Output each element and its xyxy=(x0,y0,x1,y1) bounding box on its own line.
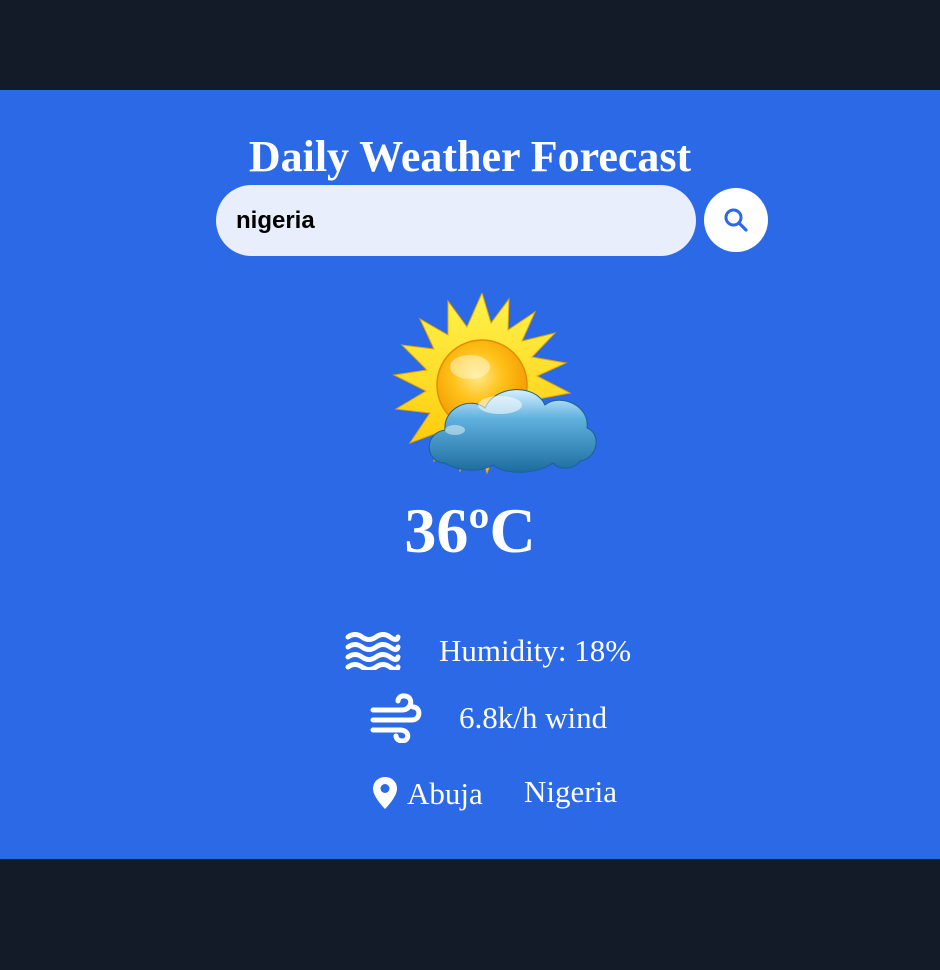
temperature: 36ºC xyxy=(404,495,536,566)
location-country: Nigeria xyxy=(524,774,617,809)
search-button[interactable] xyxy=(704,188,768,252)
search-icon xyxy=(724,208,748,232)
location-city: Abuja xyxy=(407,776,483,811)
wind-icon xyxy=(370,693,422,743)
wind-text: 6.8k/h wind xyxy=(459,700,608,735)
search-input[interactable] xyxy=(216,185,696,256)
humidity-text: Humidity: 18% xyxy=(439,633,632,668)
location-pin-icon xyxy=(373,777,397,809)
weather-card: Daily Weather Forecast nigeria 36ºC Humi… xyxy=(0,90,940,859)
water-waves-icon xyxy=(345,632,401,670)
page-title: Daily Weather Forecast xyxy=(248,132,692,181)
sun-behind-cloud-icon xyxy=(392,293,597,475)
page: Daily Weather Forecast nigeria 36ºC Humi… xyxy=(0,0,940,970)
